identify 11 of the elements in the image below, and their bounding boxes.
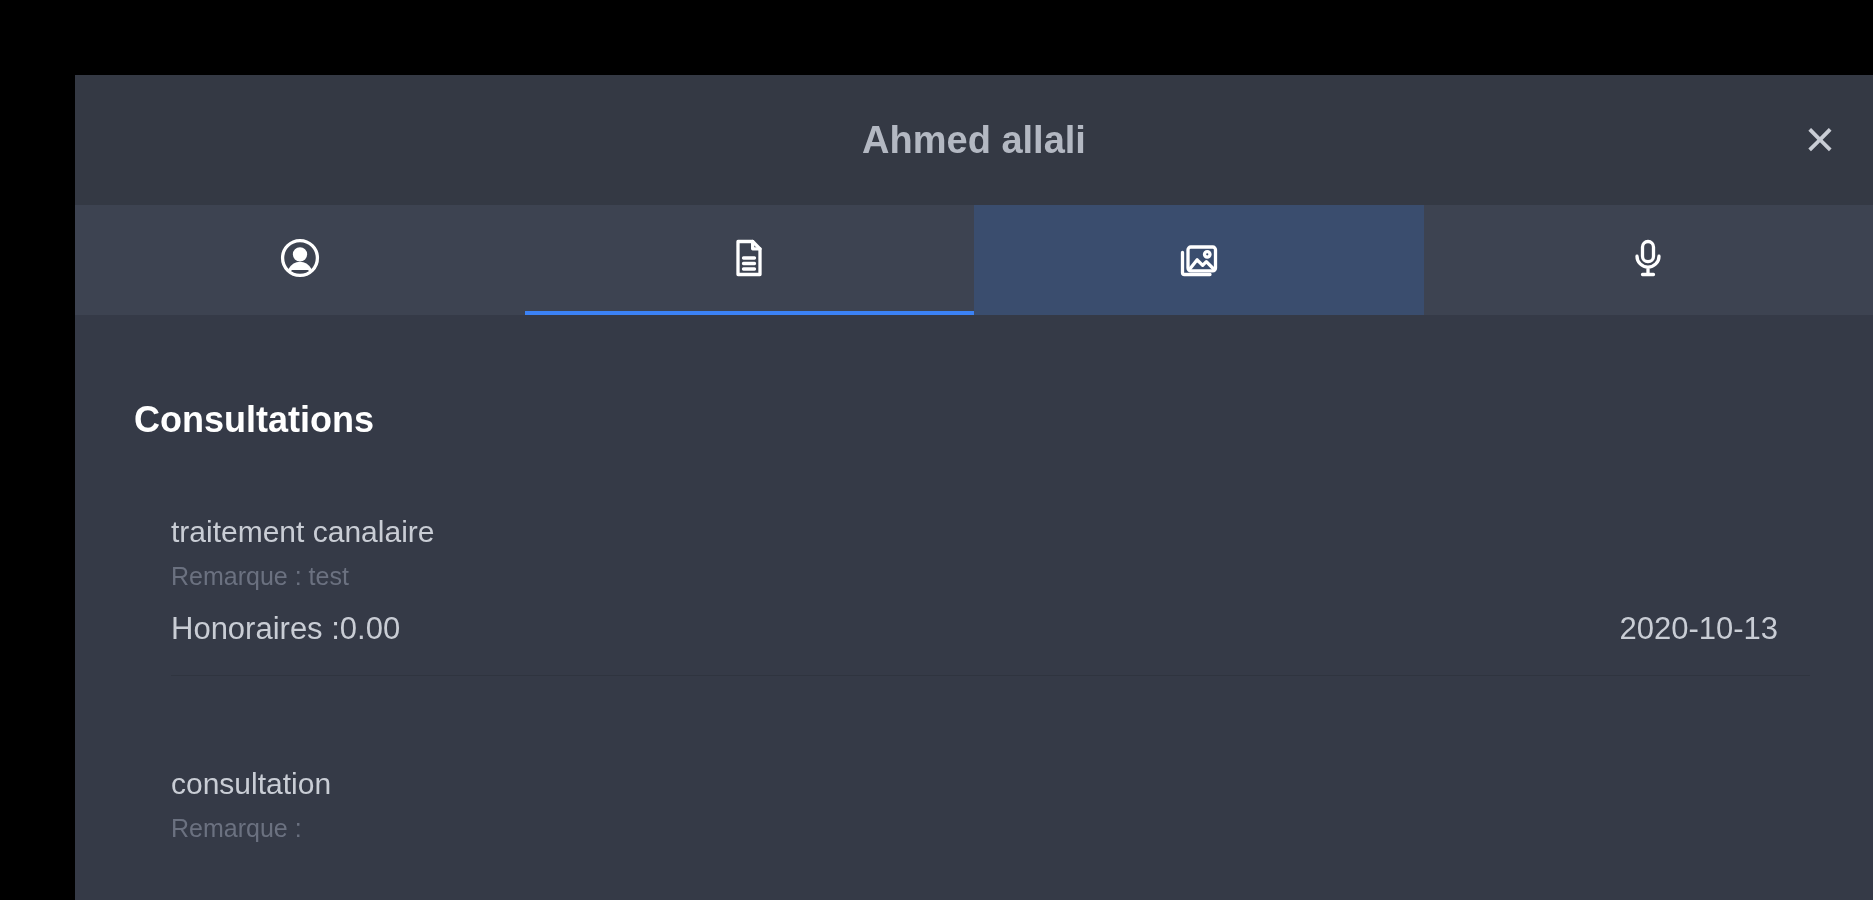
- consultation-remark: Remarque :: [171, 812, 303, 844]
- dialog-title: Ahmed allali: [862, 117, 1086, 163]
- consultation-remark: Remarque : test: [171, 561, 350, 592]
- consultation-item[interactable]: consultation Remarque :: [171, 675, 1810, 870]
- consultation-title: consultation: [171, 765, 333, 802]
- consultation-item[interactable]: traitement canalaire Remarque : test Honoraires :0.00 2020-10-13: [171, 512, 1810, 676]
- consultation-date: 2020-10-13: [1619, 610, 1778, 648]
- consultation-title: traitement canalaire: [171, 514, 436, 550]
- close-button[interactable]: ×: [1804, 113, 1835, 165]
- fee-text: Honoraires :0.00: [171, 610, 401, 648]
- section-heading: Consultations: [134, 398, 375, 442]
